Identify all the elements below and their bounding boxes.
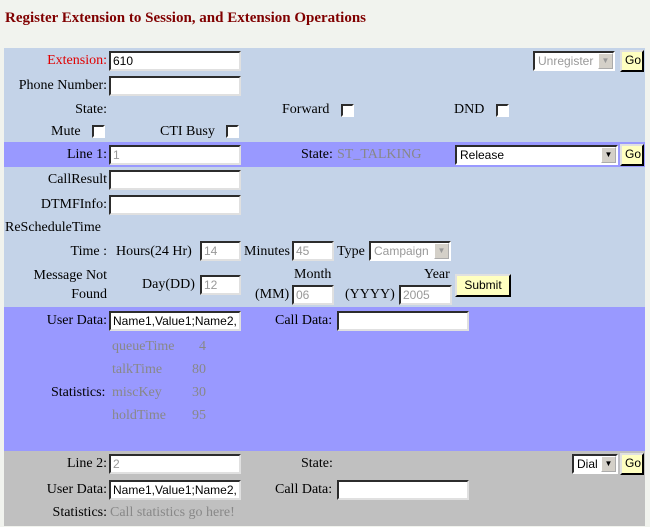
message-not-found-label-1: Message Not xyxy=(33,268,108,283)
year-format-label: (YYYY) xyxy=(345,287,395,302)
stat-key: talkTime xyxy=(112,362,163,377)
line1-input[interactable] xyxy=(109,145,241,165)
stat-value: 4 xyxy=(199,339,206,354)
dnd-label: DND xyxy=(454,102,485,117)
cti-busy-label: CTI Busy xyxy=(160,124,215,139)
dtmf-info-input[interactable] xyxy=(109,195,241,215)
type-select[interactable]: Campaign ▼ xyxy=(369,241,451,261)
stat-key: miscKey xyxy=(112,385,162,400)
mute-checkbox[interactable] xyxy=(92,125,105,138)
line1-state-label: State: xyxy=(301,147,333,162)
stat-value: 95 xyxy=(192,408,206,423)
line1-call-data-label: Call Data: xyxy=(275,313,333,328)
line2-user-data-label: User Data: xyxy=(46,482,107,497)
line1-user-data-input[interactable] xyxy=(109,311,241,331)
extension-label: Extension: xyxy=(47,53,107,68)
cti-busy-checkbox[interactable] xyxy=(226,125,239,138)
mute-label: Mute xyxy=(51,124,81,139)
line2-state-label: State: xyxy=(301,456,333,471)
stat-value: 30 xyxy=(192,385,206,400)
line1-call-data-input[interactable] xyxy=(337,311,469,331)
chevron-down-icon: ▼ xyxy=(601,456,616,472)
line2-action-select[interactable]: Dial ▼ xyxy=(572,454,618,474)
line2-go-button[interactable]: Go xyxy=(620,453,644,475)
line2-statistics-label: Statistics: xyxy=(52,505,107,520)
hours-input[interactable] xyxy=(200,241,241,261)
day-label: Day(DD) xyxy=(142,277,195,292)
stat-key: holdTime xyxy=(112,408,166,423)
line2-call-data-label: Call Data: xyxy=(275,482,333,497)
month-input[interactable] xyxy=(292,285,334,305)
line2-input[interactable] xyxy=(109,454,241,474)
forward-label: Forward xyxy=(282,102,330,117)
register-select[interactable]: Unregister ▼ xyxy=(533,51,615,71)
year-label: Year xyxy=(424,267,450,282)
reschedule-time-label: ReScheduleTime xyxy=(5,220,101,235)
forward-checkbox[interactable] xyxy=(341,104,354,117)
line1-action-select[interactable]: Release ▼ xyxy=(455,145,618,165)
register-go-button[interactable]: Go xyxy=(620,50,644,72)
dnd-checkbox[interactable] xyxy=(496,104,509,117)
minutes-input[interactable] xyxy=(292,241,334,261)
hours-label: Hours(24 Hr) xyxy=(116,244,192,259)
line2-statistics-value: Call statistics go here! xyxy=(110,505,235,520)
page-title: Register Extension to Session, and Exten… xyxy=(5,10,367,26)
call-result-label: CallResult xyxy=(47,172,107,187)
extension-state-label: State: xyxy=(75,102,107,117)
minutes-label: Minutes xyxy=(244,244,290,259)
line1-statistics-label: Statistics: xyxy=(51,385,106,400)
year-input[interactable] xyxy=(399,285,452,305)
line1-go-button[interactable]: Go xyxy=(620,144,644,166)
day-input[interactable] xyxy=(200,275,241,295)
extension-input[interactable] xyxy=(109,51,241,71)
month-label: Month xyxy=(294,267,332,282)
dtmf-info-label: DTMFInfo: xyxy=(40,197,107,212)
submit-button[interactable]: Submit xyxy=(455,274,511,297)
chevron-down-icon: ▼ xyxy=(598,53,613,69)
stat-value: 80 xyxy=(192,362,206,377)
chevron-down-icon: ▼ xyxy=(434,243,449,259)
line1-label: Line 1: xyxy=(66,147,107,162)
type-label: Type xyxy=(337,244,365,259)
stat-key: queueTime xyxy=(112,339,175,354)
month-format-label: (MM) xyxy=(255,287,290,302)
line1-state-value: ST_TALKING xyxy=(337,147,422,162)
line2-call-data-input[interactable] xyxy=(337,480,469,500)
chevron-down-icon: ▼ xyxy=(601,147,616,163)
line2-label: Line 2: xyxy=(66,456,107,471)
line2-user-data-input[interactable] xyxy=(109,480,241,500)
message-not-found-label-2: Found xyxy=(71,287,107,302)
phone-number-label: Phone Number: xyxy=(18,78,107,93)
line1-user-data-label: User Data: xyxy=(46,313,107,328)
time-label: Time : xyxy=(70,244,107,259)
call-result-input[interactable] xyxy=(109,170,241,190)
phone-number-input[interactable] xyxy=(109,76,241,96)
